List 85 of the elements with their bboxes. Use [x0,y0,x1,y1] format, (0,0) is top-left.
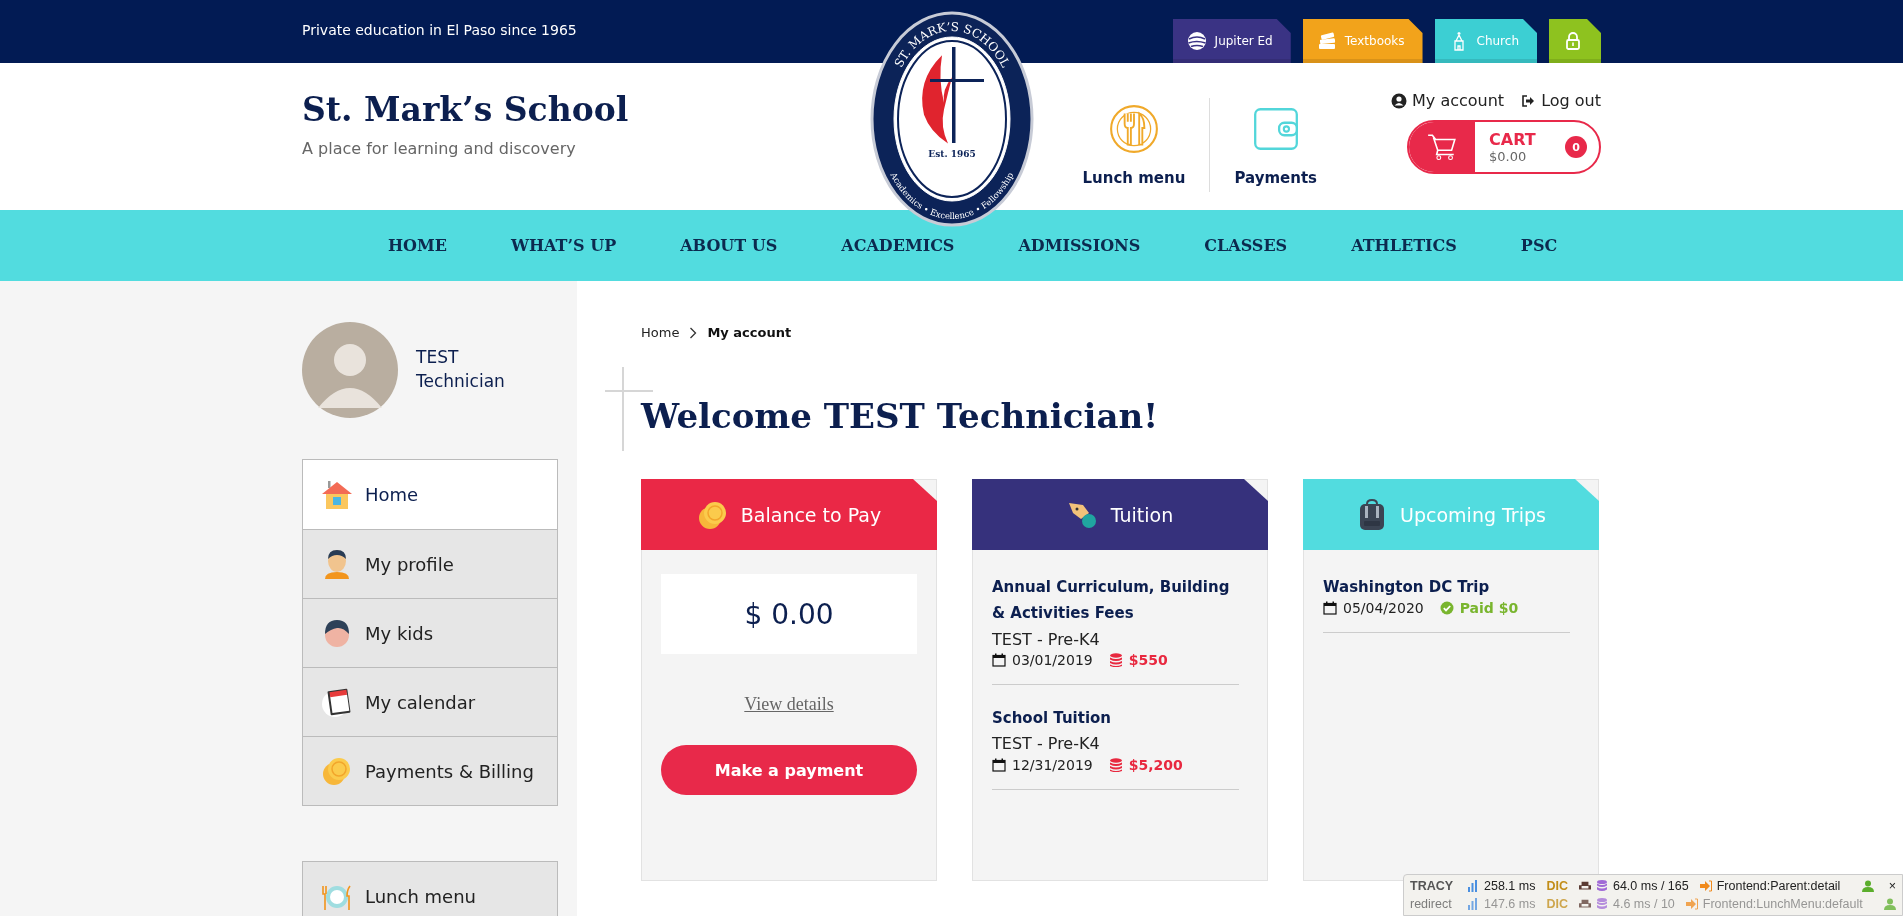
nav-link[interactable]: ATHLETICS [1351,236,1457,255]
cart-total: $0.00 [1489,149,1528,164]
quick-link-tab[interactable] [1549,19,1601,63]
view-details-link[interactable]: View details [744,694,834,715]
close-button[interactable]: × [1888,879,1896,893]
debug-time: 258.1 ms [1484,879,1536,893]
sidebar-menu-item[interactable]: My calendar [303,667,557,736]
arrow-in-icon[interactable] [1699,880,1712,892]
tagline: Private education in El Paso since 1965 [302,22,577,38]
chevron-right-icon [689,326,698,339]
account-link[interactable]: Log out [1520,91,1601,110]
cart-button[interactable]: CART $0.00 0 [1407,120,1601,174]
cart-count-badge: 0 [1565,136,1587,158]
books-icon [1316,31,1337,51]
entry-subtitle: TEST - Pre-K4 [992,733,1101,756]
calendar-icon [992,757,1006,772]
debug-label[interactable]: redirect [1410,897,1462,911]
entry-title[interactable]: Washington DC Trip [1323,574,1570,601]
sidebar-menu-item[interactable]: Home [303,460,557,529]
lock-icon [1563,31,1583,51]
armchair-icon[interactable] [1578,898,1591,910]
balance-amount: $ 0.00 [661,574,917,654]
calendar-icon [1323,601,1337,616]
debug-time: 147.6 ms [1484,897,1536,911]
coin-stack-icon [1108,653,1123,668]
sidebar-menu-item[interactable]: My profile [303,529,557,598]
globe-icon [1186,31,1207,51]
debug-label[interactable]: TRACY [1410,879,1462,893]
entry-date: 05/04/2020 [1343,600,1424,617]
school-title[interactable]: St. Mark’s School [302,90,629,129]
entry-amount: Paid $0 [1459,600,1519,617]
sidebar-menu-item[interactable]: Payments & Billing [303,736,557,805]
cart-label: CART [1489,130,1537,149]
debug-route: Frontend:LunchMenu:default [1702,897,1863,911]
cart-icon [1426,131,1458,163]
breadcrumb-link[interactable]: Home [641,325,680,340]
entry-amount: $550 [1128,652,1168,669]
debug-route: Frontend:Parent:detail [1716,879,1841,893]
calendar-icon [992,653,1006,668]
nav-link[interactable]: ABOUT US [680,236,778,255]
logo-est-text: Est. 1965 [928,149,976,159]
armchair-icon[interactable] [1578,880,1591,892]
nav-link[interactable]: CLASSES [1204,236,1288,255]
account-link[interactable]: My account [1391,91,1505,110]
make-payment-button[interactable]: Make a payment [661,745,917,795]
fork-knife-icon [1107,102,1160,155]
nav-link[interactable]: ADMISSIONS [1018,236,1141,255]
entry-title[interactable]: School Tuition [992,705,1239,732]
card-title: Balance to Pay [740,503,882,526]
house-icon [321,478,353,511]
entry-amount: $5,200 [1128,756,1183,773]
arrow-in-icon[interactable] [1685,898,1698,910]
entry-subtitle: TEST - Pre-K4 [992,628,1101,651]
database-icon[interactable] [1595,880,1608,892]
shortcut-link[interactable]: Lunch menu [1058,102,1210,187]
database-icon[interactable] [1595,898,1608,910]
user-icon [1391,92,1407,109]
nav-link[interactable]: PSC [1520,236,1558,255]
sidebar-menu-item[interactable]: My kids [303,598,557,667]
quick-link-tab[interactable]: Jupiter Ed [1172,19,1291,63]
calendar-icon [321,686,353,718]
page-heading: Welcome TEST Technician! [641,395,1160,436]
nav-link[interactable]: WHAT’S UP [510,236,617,255]
card-title: Tuition [1110,503,1174,526]
sidebar-menu-item[interactable]: Lunch menu [303,862,557,916]
debug-db: 64.0 ms / 165 [1612,879,1689,893]
bar-chart-icon[interactable] [1467,880,1479,892]
coins-icon [321,755,353,787]
breadcrumb-link[interactable]: My account [707,325,792,340]
nav-link[interactable]: HOME [388,236,447,255]
entry-title[interactable]: Annual Curriculum, Building & Activities Fees [992,574,1239,627]
logout-icon [1520,92,1537,109]
nav-link[interactable]: ACADEMICS [841,236,955,255]
user-name: TEST Technician [416,346,506,393]
shortcut-link[interactable]: Payments [1210,102,1341,187]
check-circle-icon [1439,601,1454,616]
entry-date: 03/01/2019 [1012,652,1093,669]
user-icon[interactable] [1884,898,1896,910]
debug-db: 4.6 ms / 10 [1612,897,1675,911]
bar-chart-icon[interactable] [1467,898,1479,910]
entry-date: 12/31/2019 [1012,756,1093,773]
user-icon[interactable] [1861,880,1874,892]
school-subtitle: A place for learning and discovery [302,139,577,158]
card-title: Upcoming Trips [1400,503,1546,526]
coin-stack-icon [1108,757,1123,772]
